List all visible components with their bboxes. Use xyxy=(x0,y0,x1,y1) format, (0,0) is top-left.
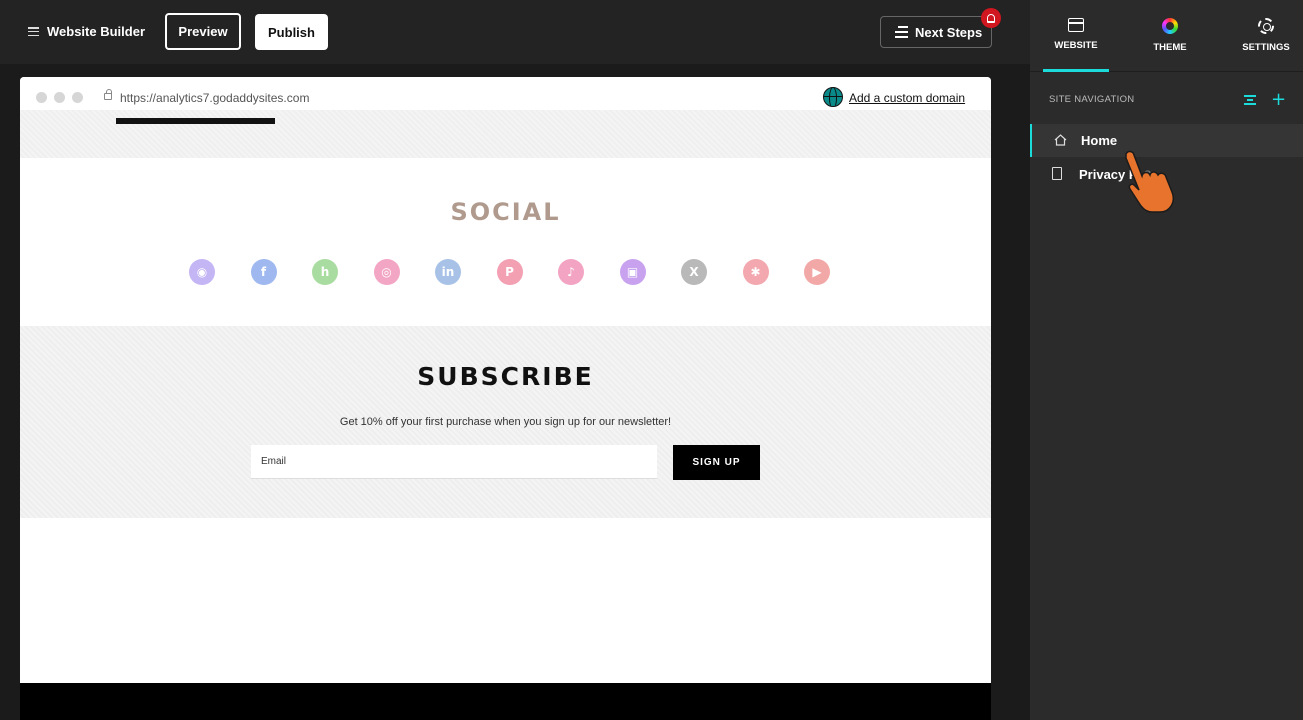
empty-section xyxy=(20,518,991,683)
notification-badge[interactable] xyxy=(981,8,1001,28)
tab-settings-label: SETTINGS xyxy=(1242,42,1290,53)
tab-website[interactable]: WEBSITE xyxy=(1043,0,1109,72)
website-builder-menu[interactable]: Website Builder xyxy=(28,24,145,39)
discord-icon[interactable]: ◉ xyxy=(189,259,215,285)
nav-item-label: Home xyxy=(1081,133,1118,148)
subscribe-section[interactable]: SUBSCRIBE Get 10% off your first purchas… xyxy=(20,326,991,518)
next-steps-label: Next Steps xyxy=(915,24,983,40)
subscribe-description: Get 10% off your first purchase when you… xyxy=(339,416,672,428)
browser-window-icon xyxy=(1068,18,1084,32)
email-placeholder: Email xyxy=(261,456,287,467)
tab-website-label: WEBSITE xyxy=(1054,40,1098,51)
checklist-icon xyxy=(892,26,908,38)
publish-button[interactable]: Publish xyxy=(255,14,328,50)
next-steps-button[interactable]: Next Steps xyxy=(880,16,992,48)
add-page-icon[interactable]: + xyxy=(1271,91,1286,109)
globe-icon xyxy=(823,87,843,107)
hero-section-bottom[interactable] xyxy=(20,110,991,158)
x-icon[interactable]: X xyxy=(681,259,707,285)
tab-theme[interactable]: THEME xyxy=(1137,0,1203,72)
social-heading: SOCIAL xyxy=(450,198,561,226)
facebook-icon[interactable]: f xyxy=(250,259,277,285)
site-navigation-title: SITE NAVIGATION xyxy=(1049,94,1135,105)
color-wheel-icon xyxy=(1162,18,1178,34)
preview-button[interactable]: Preview xyxy=(165,13,241,50)
twitch-icon[interactable]: ▣ xyxy=(619,259,646,285)
bell-icon xyxy=(987,13,995,23)
site-preview: https://analytics7.godaddysites.com Add … xyxy=(20,77,991,720)
tiktok-icon[interactable]: ♪ xyxy=(558,259,584,285)
underline-divider xyxy=(116,118,275,124)
home-icon xyxy=(1054,134,1067,146)
subscribe-heading: SUBSCRIBE xyxy=(417,362,594,391)
sign-up-button[interactable]: SIGN UP xyxy=(673,445,760,480)
social-section[interactable]: SOCIAL ◉ f h ◎ in P ♪ ▣ X ✱ ▶ xyxy=(20,158,991,326)
url-text: https://analytics7.godaddysites.com xyxy=(120,91,310,105)
yelp-icon[interactable]: ✱ xyxy=(742,259,769,285)
panel-tabs: WEBSITE THEME SETTINGS xyxy=(1030,0,1303,72)
email-input[interactable]: Email xyxy=(251,445,657,479)
browser-chrome: https://analytics7.godaddysites.com Add … xyxy=(20,77,991,110)
page-icon xyxy=(1052,167,1062,180)
pinterest-icon[interactable]: P xyxy=(496,259,523,285)
top-bar: Website Builder Preview Publish Next Ste… xyxy=(0,0,1030,64)
hand-cursor-icon xyxy=(1125,150,1174,213)
houzz-icon[interactable]: h xyxy=(312,259,338,285)
window-dots xyxy=(36,92,83,103)
hamburger-icon xyxy=(28,27,39,36)
tab-theme-label: THEME xyxy=(1153,42,1187,53)
reorder-icon[interactable] xyxy=(1244,93,1256,107)
footer-section[interactable] xyxy=(20,683,991,720)
social-icons-row: ◉ f h ◎ in P ♪ ▣ X ✱ ▶ xyxy=(189,259,830,285)
youtube-icon[interactable]: ▶ xyxy=(804,259,830,285)
right-panel: WEBSITE THEME SETTINGS SITE NAVIGATION +… xyxy=(1030,0,1303,720)
lock-icon xyxy=(104,89,112,100)
linkedin-icon[interactable]: in xyxy=(435,259,461,285)
add-custom-domain-link[interactable]: Add a custom domain xyxy=(849,91,965,105)
instagram-icon[interactable]: ◎ xyxy=(373,259,400,285)
tab-settings[interactable]: SETTINGS xyxy=(1233,0,1299,72)
app-title: Website Builder xyxy=(47,24,146,39)
gear-icon xyxy=(1258,18,1274,34)
